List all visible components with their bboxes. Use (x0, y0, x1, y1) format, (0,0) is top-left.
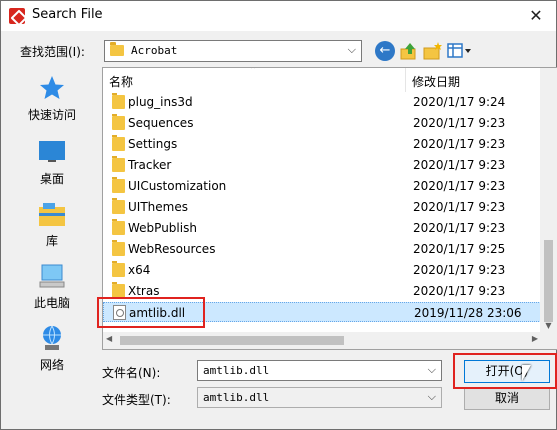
cancel-button[interactable]: 取消 (464, 387, 550, 410)
list-item[interactable]: UICustomization 2020/1/17 9:23 (103, 176, 541, 196)
open-button[interactable]: 打开(O) (464, 360, 550, 383)
folder-icon (110, 42, 124, 56)
item-date: 2020/1/17 9:23 (413, 137, 506, 151)
folder-icon (112, 114, 125, 130)
filename-label: 文件名(N): (102, 366, 161, 380)
filetype-label: 文件类型(T): (102, 393, 171, 407)
folder-icon (112, 93, 125, 109)
chevron-down-icon[interactable]: ⌵ (348, 43, 356, 57)
network-icon (38, 324, 66, 352)
list-item[interactable]: Sequences 2020/1/17 9:23 (103, 113, 541, 133)
folder-icon (112, 219, 125, 235)
window-title: Search File (32, 7, 103, 22)
desktop-icon (38, 138, 66, 166)
back-arrow-icon[interactable]: ← (375, 41, 395, 61)
place-desktop[interactable]: 桌面 (12, 134, 92, 194)
filename-value: amtlib.dll (203, 364, 270, 377)
folder-icon (112, 282, 125, 298)
place-network[interactable]: 网络 (12, 320, 92, 380)
place-label: 库 (45, 234, 58, 248)
folder-icon (112, 261, 125, 277)
list-item[interactable]: x64 2020/1/17 9:23 (103, 260, 541, 280)
place-this-pc[interactable]: 此电脑 (12, 258, 92, 318)
list-item[interactable]: UIThemes 2020/1/17 9:23 (103, 197, 541, 217)
scrollbar-corner (540, 332, 557, 349)
sort-ascending-icon: ⌃ (249, 67, 258, 76)
mouse-cursor-icon (522, 365, 531, 381)
list-item[interactable]: WebPublish 2020/1/17 9:23 (103, 218, 541, 238)
lookin-combobox[interactable]: Acrobat ⌵ (104, 40, 362, 62)
new-folder-icon[interactable] (423, 41, 443, 61)
library-icon (38, 200, 66, 228)
filetype-select[interactable]: amtlib.dll ⌵ (197, 387, 442, 408)
scroll-left-arrow-icon[interactable]: ◀ (106, 334, 112, 343)
place-label: 桌面 (39, 172, 64, 186)
folder-icon (112, 156, 125, 172)
item-date: 2020/1/17 9:23 (413, 200, 506, 214)
list-item[interactable]: Xtras 2020/1/17 9:23 (103, 281, 541, 301)
vertical-scroll-thumb[interactable] (544, 240, 553, 322)
star-icon (38, 74, 66, 102)
chevron-down-icon[interactable]: ⌵ (428, 363, 436, 377)
item-date: 2020/1/17 9:23 (413, 116, 506, 130)
place-label: 此电脑 (33, 296, 70, 310)
place-library[interactable]: 库 (12, 196, 92, 256)
list-item[interactable]: plug_ins3d 2020/1/17 9:24 (103, 92, 541, 112)
folder-icon (112, 198, 125, 214)
column-header-date[interactable]: 修改日期 (405, 68, 541, 92)
item-name: amtlib.dll (129, 306, 186, 320)
item-date: 2020/1/17 9:25 (413, 242, 506, 256)
list-item[interactable]: WebResources 2020/1/17 9:25 (103, 239, 541, 259)
scroll-down-arrow-icon[interactable]: ▼ (540, 321, 557, 330)
view-menu-icon[interactable] (447, 41, 473, 61)
computer-icon (38, 262, 66, 290)
up-folder-icon[interactable] (399, 41, 419, 61)
item-name: Xtras (128, 284, 160, 298)
title-bar: Search File ✕ (1, 1, 556, 31)
lookin-value: Acrobat (131, 44, 178, 57)
search-file-dialog: Search File ✕ 查找范围(I): Acrobat ⌵ ← 快速访问 … (0, 0, 557, 430)
place-label: 网络 (39, 358, 64, 372)
folder-icon (112, 240, 125, 256)
item-name: Sequences (128, 116, 194, 130)
places-bar: 快速访问 桌面 库 此电脑 网络 (12, 68, 92, 378)
filename-input[interactable]: amtlib.dll ⌵ (197, 360, 442, 381)
column-date-label: 修改日期 (412, 75, 461, 89)
folder-icon (112, 135, 125, 151)
column-header-name[interactable]: 名称 ⌃ (103, 68, 405, 92)
item-name: plug_ins3d (128, 95, 193, 109)
column-name-label: 名称 (109, 75, 134, 89)
item-date: 2020/1/17 9:23 (413, 179, 506, 193)
vertical-scrollbar[interactable]: ▼ (540, 68, 557, 332)
folder-icon (112, 177, 125, 193)
item-date: 2020/1/17 9:24 (413, 95, 506, 109)
item-name: WebResources (128, 242, 216, 256)
item-date: 2020/1/17 9:23 (413, 263, 506, 277)
scroll-right-arrow-icon[interactable]: ▶ (532, 334, 538, 343)
item-name: x64 (128, 263, 151, 277)
item-name: WebPublish (128, 221, 197, 235)
place-label: 快速访问 (27, 108, 76, 122)
chevron-down-icon[interactable]: ⌵ (428, 390, 436, 404)
item-name: UICustomization (128, 179, 227, 193)
file-list[interactable]: 名称 ⌃ 修改日期 plug_ins3d 2020/1/17 9:24 Sequ… (102, 67, 557, 350)
filetype-value: amtlib.dll (203, 391, 270, 404)
item-date: 2020/1/17 9:23 (413, 221, 506, 235)
horizontal-scrollbar[interactable]: ◀ ▶ (103, 332, 541, 349)
dll-file-icon (113, 305, 126, 320)
list-item-selected[interactable]: amtlib.dll 2019/11/28 23:06 (103, 302, 541, 322)
item-name: UIThemes (128, 200, 188, 214)
horizontal-scroll-thumb[interactable] (120, 336, 344, 345)
app-icon (9, 8, 25, 24)
lookin-label: 查找范围(I): (20, 45, 85, 59)
close-button[interactable]: ✕ (516, 1, 556, 31)
item-name: Tracker (128, 158, 172, 172)
place-quick-access[interactable]: 快速访问 (12, 70, 92, 130)
item-date: 2020/1/17 9:23 (413, 284, 506, 298)
item-date: 2020/1/17 9:23 (413, 158, 506, 172)
item-date: 2019/11/28 23:06 (414, 306, 522, 320)
list-item[interactable]: Tracker 2020/1/17 9:23 (103, 155, 541, 175)
item-name: Settings (128, 137, 178, 151)
list-item[interactable]: Settings 2020/1/17 9:23 (103, 134, 541, 154)
